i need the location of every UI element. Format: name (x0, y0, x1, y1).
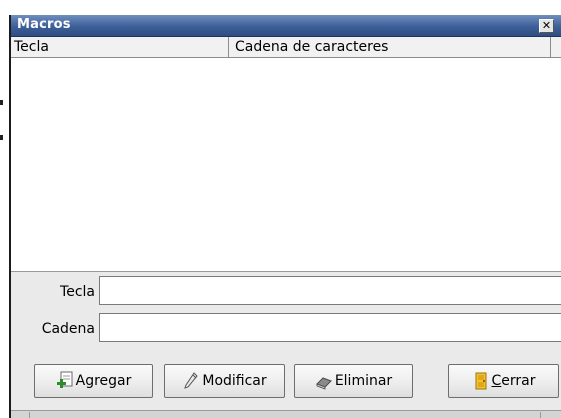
background-edge-mark (0, 135, 3, 140)
close-button[interactable]: Cerrar (448, 364, 559, 398)
add-button-label: Agregar (75, 373, 132, 389)
exit-door-icon (472, 371, 490, 391)
title-bar[interactable]: Macros ✕ (11, 15, 561, 37)
string-label: Cadena (41, 321, 95, 337)
window-title: Macros (17, 17, 71, 32)
column-header-filler (551, 37, 561, 57)
scroll-segment (539, 412, 541, 418)
table-header: Tecla Cadena de caracteres (11, 37, 561, 58)
close-button-label: Cerrar (491, 373, 536, 389)
modify-button[interactable]: Modificar (164, 364, 285, 398)
background-edge-mark (0, 100, 3, 105)
key-input[interactable] (99, 276, 561, 305)
add-document-icon (56, 371, 74, 391)
modify-button-label: Modificar (202, 373, 267, 389)
delete-button-label: Eliminar (334, 373, 393, 389)
bottom-scrollbar[interactable] (11, 410, 561, 418)
pencil-icon (182, 371, 200, 391)
macros-table[interactable]: Tecla Cadena de caracteres (11, 37, 561, 272)
column-header-key[interactable]: Tecla (11, 37, 229, 57)
key-label: Tecla (60, 284, 95, 300)
add-button[interactable]: Agregar (34, 364, 153, 398)
scroll-segment (11, 412, 30, 418)
close-icon: ✕ (541, 19, 552, 32)
eraser-icon (315, 371, 333, 391)
string-input[interactable] (99, 313, 561, 342)
column-header-string[interactable]: Cadena de caracteres (229, 37, 551, 57)
close-window-button[interactable]: ✕ (539, 19, 554, 33)
delete-button[interactable]: Eliminar (294, 364, 413, 398)
macros-dialog: Macros ✕ Tecla Cadena de caracteres Tecl… (9, 15, 561, 418)
